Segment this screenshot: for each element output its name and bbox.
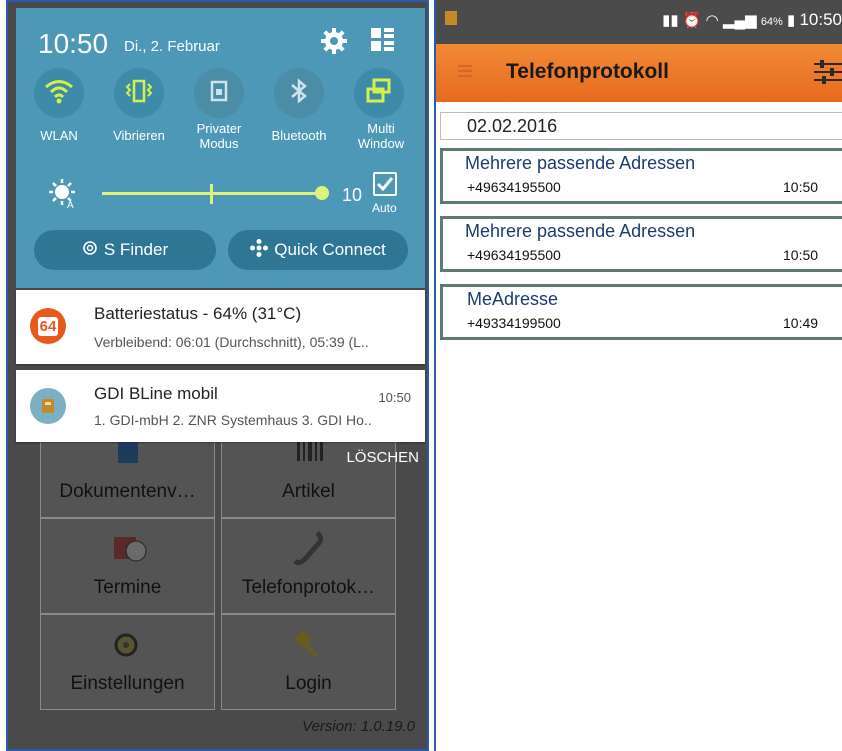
call-number: +49334199500 bbox=[467, 315, 561, 331]
clock: 10:50 bbox=[38, 28, 109, 59]
clear-all-button[interactable]: LÖSCHEN bbox=[346, 449, 419, 466]
auto-brightness-checkbox[interactable] bbox=[373, 172, 397, 196]
bluetooth-icon bbox=[288, 77, 310, 110]
notification-time: 10:50 bbox=[378, 390, 411, 405]
brightness-value: 10 bbox=[342, 185, 363, 205]
quick-connect-button[interactable]: Quick Connect bbox=[228, 230, 408, 270]
gears-icon bbox=[108, 625, 148, 671]
page-title: Telefonprotokoll bbox=[506, 60, 669, 83]
svg-text:A: A bbox=[67, 200, 74, 208]
private-mode-toggle[interactable] bbox=[194, 68, 244, 118]
notification-title: GDI BLine mobil bbox=[94, 384, 218, 403]
tile-telefonprotokoll[interactable]: Telefonprotok… bbox=[221, 518, 396, 614]
s-finder-button[interactable]: S Finder bbox=[34, 230, 216, 270]
toolbar: Telefonprotokoll bbox=[436, 44, 842, 102]
call-time: 10:50 bbox=[783, 179, 819, 195]
status-icons: ▮▮ ⏰ ◠ ▂▄▆ 64% ▮ 10:50 bbox=[662, 10, 842, 30]
quick-settings-panel: 10:50 Di., 2. Februar WLAN Vibrieren Pri… bbox=[16, 8, 425, 288]
bluetooth-toggle[interactable] bbox=[274, 68, 324, 118]
battery-icon: ▮ bbox=[787, 12, 796, 29]
vibrate-icon bbox=[124, 78, 154, 109]
call-number: +49634195500 bbox=[467, 247, 561, 263]
private-mode-icon bbox=[206, 78, 232, 109]
multi-window-toggle[interactable] bbox=[354, 68, 404, 118]
tile-einstellungen[interactable]: Einstellungen bbox=[40, 614, 215, 710]
tile-login[interactable]: Login bbox=[221, 614, 396, 710]
tile-label: Dokumentenv… bbox=[59, 481, 196, 502]
tile-termine[interactable]: Termine bbox=[40, 518, 215, 614]
phone-handset-icon bbox=[289, 529, 329, 575]
notification-title: Batteriestatus - 64% (31°C) bbox=[94, 304, 302, 323]
brightness-auto-icon: A bbox=[48, 178, 78, 211]
version-text: Version: 1.0.19.0 bbox=[302, 718, 415, 735]
call-entry[interactable]: MeAdresse +49334199500 10:49 bbox=[440, 284, 842, 340]
call-name: Mehrere passende Adressen bbox=[465, 153, 696, 173]
vibrate-icon: ▮▮ bbox=[662, 12, 679, 29]
wifi-icon: ◠ bbox=[705, 12, 719, 29]
battery-badge-icon: 64 bbox=[30, 308, 66, 344]
notification-text: 1. GDI-mbH 2. ZNR Systemhaus 3. GDI Ho.. bbox=[94, 412, 372, 428]
battery-percent: 64% bbox=[760, 16, 783, 28]
grid-edit-icon[interactable] bbox=[371, 28, 395, 52]
tile-label: Telefonprotok… bbox=[241, 577, 376, 598]
call-number: +49634195500 bbox=[467, 179, 561, 195]
calendar-clock-icon bbox=[108, 529, 148, 575]
key-icon bbox=[289, 625, 329, 671]
telefonprotokoll-screen: ▮▮ ⏰ ◠ ▂▄▆ 64% ▮ 10:50 Telefonprotokoll … bbox=[434, 0, 842, 751]
battery-notification[interactable]: 64 Batteriestatus - 64% (31°C) Verbleibe… bbox=[16, 290, 425, 364]
alarm-icon: ⏰ bbox=[682, 12, 702, 29]
tile-label: Termine bbox=[93, 577, 162, 598]
check-icon bbox=[376, 177, 394, 192]
s-finder-label: S Finder bbox=[103, 240, 169, 259]
call-entry[interactable]: Mehrere passende Adressen +49634195500 1… bbox=[440, 148, 842, 204]
call-time: 10:49 bbox=[783, 315, 819, 331]
tile-label: Einstellungen bbox=[70, 673, 185, 694]
wifi-toggle[interactable] bbox=[34, 68, 84, 118]
brightness-slider-thumb[interactable] bbox=[315, 186, 329, 200]
vibrate-toggle[interactable] bbox=[114, 68, 164, 118]
wifi-icon bbox=[44, 78, 74, 109]
menu-icon[interactable] bbox=[458, 64, 472, 78]
signal-icon: ▂▄▆ bbox=[722, 12, 757, 29]
toggle-label-wlan: WLAN bbox=[40, 128, 78, 143]
toggle-label-vibrieren: Vibrieren bbox=[113, 128, 165, 143]
date-label: Di., 2. Februar bbox=[124, 38, 220, 55]
brightness-default-mark bbox=[210, 184, 213, 204]
auto-label: Auto bbox=[372, 201, 397, 215]
call-name: MeAdresse bbox=[467, 289, 559, 309]
toggle-label-multiwindow: Multi Window bbox=[357, 121, 405, 151]
multi-window-icon bbox=[365, 77, 393, 110]
notification-text: Verbleibend: 06:01 (Durchschnitt), 05:39… bbox=[94, 334, 369, 350]
toggle-label-bluetooth: Bluetooth bbox=[271, 128, 327, 143]
gdi-app-notification[interactable]: GDI BLine mobil 10:50 1. GDI-mbH 2. ZNR … bbox=[16, 370, 425, 442]
date-header: 02.02.2016 bbox=[440, 112, 842, 140]
call-entry[interactable]: Mehrere passende Adressen +49634195500 1… bbox=[440, 216, 842, 272]
status-time: 10:50 bbox=[799, 10, 842, 29]
call-name: Mehrere passende Adressen bbox=[465, 221, 696, 241]
app-status-icon bbox=[444, 10, 458, 31]
tile-label: Artikel bbox=[282, 481, 335, 502]
toggle-label-private: Privater Modus bbox=[196, 121, 242, 151]
tile-label: Login bbox=[285, 673, 332, 694]
quick-connect-label: Quick Connect bbox=[274, 240, 386, 259]
gear-icon[interactable] bbox=[319, 26, 349, 56]
call-time: 10:50 bbox=[783, 247, 819, 263]
status-bar: ▮▮ ⏰ ◠ ▂▄▆ 64% ▮ 10:50 bbox=[436, 0, 842, 44]
quick-connect-icon bbox=[250, 238, 269, 262]
search-icon bbox=[82, 240, 98, 261]
notification-screen: Dokumentenv… Artikel Termine Telefonprot… bbox=[6, 0, 429, 751]
battery-level-badge: 64 bbox=[37, 316, 59, 336]
filter-sliders-icon[interactable] bbox=[812, 58, 842, 86]
gdi-app-icon bbox=[30, 388, 66, 424]
